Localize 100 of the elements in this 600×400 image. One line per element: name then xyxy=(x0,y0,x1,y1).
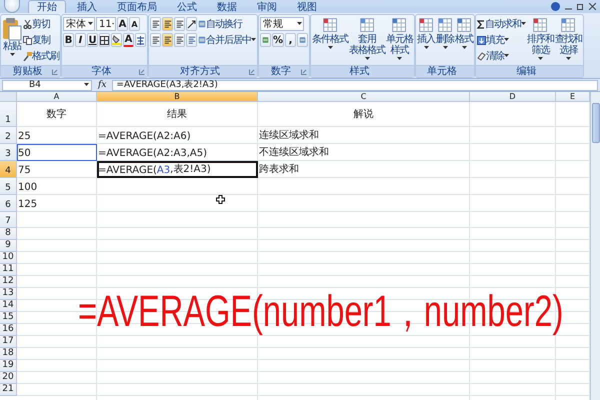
align-center-button[interactable] xyxy=(162,33,173,47)
align-top-button[interactable] xyxy=(150,17,161,31)
clipboard-action[interactable]: 格式刷 xyxy=(23,49,59,63)
row-header[interactable]: 19 xyxy=(0,360,17,372)
editing-action[interactable]: 填充 xyxy=(477,33,526,47)
row-header[interactable]: 12 xyxy=(0,276,17,288)
eraser-icon xyxy=(477,52,486,60)
row-header[interactable]: 16 xyxy=(0,324,17,336)
phonetic-icon xyxy=(136,36,145,44)
table-icon xyxy=(532,17,550,34)
row-header[interactable]: 4 xyxy=(0,161,17,178)
dialog-launcher-icon[interactable] xyxy=(52,69,58,75)
row-header[interactable]: 10 xyxy=(0,252,17,264)
currency-button[interactable] xyxy=(260,33,271,47)
number-format-select[interactable]: 常规 xyxy=(260,17,304,31)
ribbon-large-button[interactable]: 条件格式 xyxy=(312,17,348,50)
ribbon-large-button[interactable]: 排序和 筛选 xyxy=(527,17,554,61)
merge-center-button[interactable]: 合并后居中 xyxy=(198,33,256,47)
ribbon-large-button[interactable]: 格式 xyxy=(455,17,474,50)
row-header[interactable]: 15 xyxy=(0,312,17,324)
decrease-indent-button[interactable] xyxy=(186,33,197,47)
ribbon-tab[interactable]: 插入 xyxy=(68,0,106,13)
decimal-button[interactable] xyxy=(297,33,308,47)
clipboard-action[interactable]: 剪切 xyxy=(23,17,59,31)
caret-icon xyxy=(504,54,510,58)
row-header[interactable]: 21 xyxy=(0,384,17,396)
ribbon-tab[interactable]: 页面布局 xyxy=(108,0,166,13)
paste-button[interactable]: 粘贴 xyxy=(2,17,22,57)
align-middle-button[interactable] xyxy=(162,17,173,31)
editing-action[interactable]: 自动求和 xyxy=(477,17,526,31)
fill-down-icon xyxy=(477,36,486,44)
number-style-button[interactable]: , xyxy=(285,33,296,47)
row-header[interactable]: 17 xyxy=(0,336,17,348)
close-icon[interactable] xyxy=(589,3,596,10)
caret-icon xyxy=(251,38,256,42)
row-header[interactable]: 2 xyxy=(0,127,17,144)
restore-icon[interactable] xyxy=(577,3,584,10)
align-left-button[interactable] xyxy=(150,33,161,47)
caret-icon xyxy=(566,57,572,61)
align-center-icon xyxy=(164,36,172,44)
insert-function-button[interactable]: fx xyxy=(95,80,110,90)
column-header[interactable]: D xyxy=(470,92,556,102)
row-header[interactable]: 9 xyxy=(0,240,17,252)
font-name-select[interactable]: 宋体 xyxy=(63,17,95,31)
row-header[interactable]: 11 xyxy=(0,264,17,276)
row-header[interactable]: 18 xyxy=(0,348,17,360)
editing-action[interactable]: 清除 xyxy=(477,49,526,63)
ribbon-large-button[interactable]: 套用 表格格式 xyxy=(349,17,386,61)
ribbon-large-button[interactable]: 插入 xyxy=(417,17,436,50)
ribbon-tab[interactable]: 开始 xyxy=(28,0,66,13)
font-style-button[interactable]: I xyxy=(75,33,86,47)
column-header[interactable]: B xyxy=(97,92,258,102)
formula-input[interactable]: =AVERAGE(A3,表2!A3) xyxy=(112,80,598,90)
font-style-button[interactable]: B xyxy=(63,33,74,47)
row-header[interactable]: 3 xyxy=(0,144,17,161)
ribbon-tab[interactable]: 公式 xyxy=(168,0,206,13)
row-header[interactable]: 1 xyxy=(0,102,17,127)
caret-icon xyxy=(504,38,510,42)
ribbon-large-button[interactable]: 删除 xyxy=(436,17,454,50)
group-label: 编辑 xyxy=(516,66,537,77)
align-right-button[interactable] xyxy=(174,33,185,47)
orientation-button[interactable] xyxy=(186,17,197,31)
ribbon-tab[interactable]: 数据 xyxy=(208,0,246,13)
align-bottom-button[interactable] xyxy=(174,17,185,31)
caret-icon xyxy=(297,22,302,26)
number-style-button[interactable]: % xyxy=(272,33,284,47)
dialog-launcher-icon[interactable] xyxy=(301,69,308,75)
row-header[interactable]: 13 xyxy=(0,288,17,300)
row-header[interactable]: 20 xyxy=(0,372,17,384)
font-size-select[interactable]: 11 xyxy=(96,17,116,31)
wrap-text-button[interactable]: 自动换行 xyxy=(198,17,242,31)
row-header[interactable]: 5 xyxy=(0,178,17,195)
row-header[interactable]: 8 xyxy=(0,228,17,240)
name-box[interactable]: B4 xyxy=(2,80,92,90)
column-header[interactable]: A xyxy=(17,92,97,102)
table-cell: 解说 xyxy=(258,102,470,127)
row-header[interactable]: 6 xyxy=(0,195,17,212)
ribbon-large-button[interactable]: 查找和 选择 xyxy=(555,17,582,61)
column-header[interactable]: C xyxy=(258,92,470,102)
ribbon-tab[interactable]: 审阅 xyxy=(248,0,286,13)
row-header[interactable]: 7 xyxy=(0,212,17,228)
phonetic-button[interactable] xyxy=(135,33,146,47)
table-cell: 75 xyxy=(17,161,97,178)
dialog-launcher-icon[interactable] xyxy=(249,69,255,75)
column-header[interactable]: E xyxy=(556,92,590,102)
vertical-scrollbar[interactable] xyxy=(590,92,600,400)
fill-color-button[interactable] xyxy=(111,33,122,47)
grow-font-button[interactable]: A xyxy=(117,17,128,31)
borders-button[interactable] xyxy=(99,33,110,47)
ribbon-tab[interactable]: 视图 xyxy=(288,0,326,13)
font-style-button[interactable]: U xyxy=(87,33,98,47)
clipboard-action[interactable]: 复制 xyxy=(23,33,59,47)
align-right-icon xyxy=(176,36,184,44)
font-color-button[interactable]: A xyxy=(123,33,134,47)
row-header[interactable]: 14 xyxy=(0,300,17,312)
table-cell: 25 xyxy=(17,127,97,144)
group-label: 样式 xyxy=(350,66,370,77)
shrink-font-button[interactable]: A xyxy=(129,17,140,31)
ribbon-large-button[interactable]: 单元格 样式 xyxy=(386,17,414,61)
dialog-launcher-icon[interactable] xyxy=(139,69,145,75)
